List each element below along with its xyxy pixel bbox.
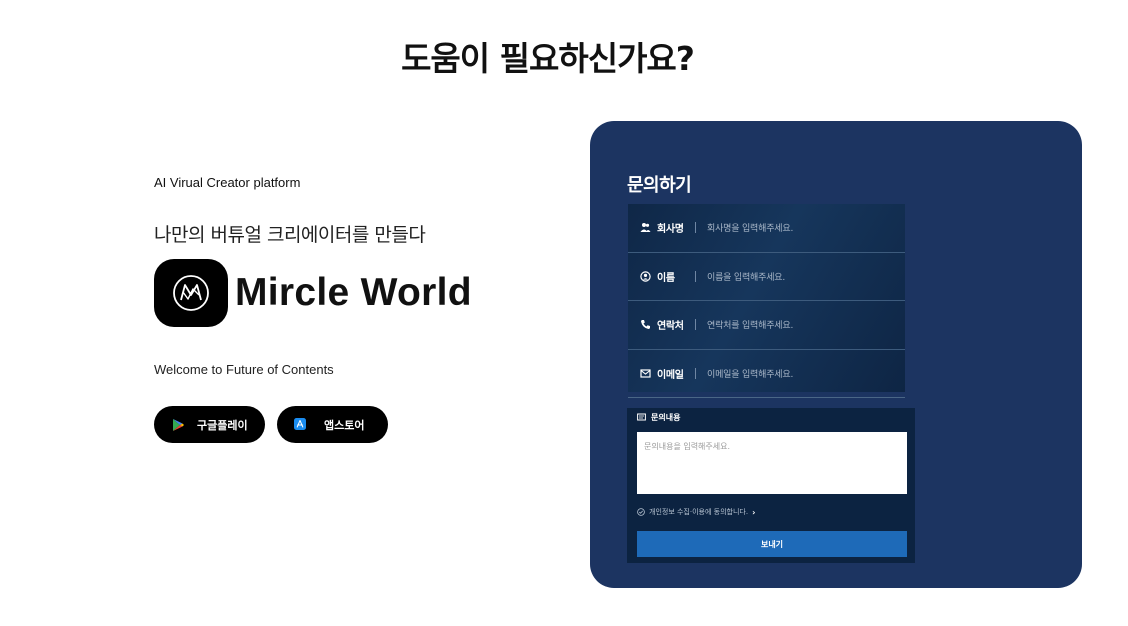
field-divider	[695, 319, 696, 331]
app-store-label: 앱스토어	[324, 418, 365, 432]
google-play-icon	[171, 418, 185, 432]
brand: Mircle World	[154, 259, 534, 327]
company-field[interactable]: 회사명 회사명을 입력해주세요.	[628, 204, 905, 253]
page-title: 도움이 필요하신가요?	[401, 39, 695, 78]
submit-button[interactable]: 보내기	[637, 531, 907, 557]
email-field[interactable]: 이메일 이메일을 입력해주세요.	[628, 350, 905, 398]
check-circle-icon	[637, 508, 645, 516]
inquiry-textarea[interactable]	[637, 432, 907, 494]
hero-tagline: AI Virual Creator platform	[154, 175, 301, 190]
store-buttons: 구글플레이 앱스토어	[154, 406, 534, 443]
app-store-button[interactable]: 앱스토어	[277, 406, 388, 443]
mircle-logo-icon	[173, 275, 209, 311]
contact-fields: 회사명 회사명을 입력해주세요. 이름 이름을 입력해주세요. 연락처 연락처를…	[628, 204, 905, 398]
email-label: 이메일	[657, 369, 684, 381]
inquiry-header: 문의내용	[637, 412, 680, 423]
message-icon	[637, 413, 646, 422]
google-play-label: 구글플레이	[197, 418, 248, 432]
field-divider	[695, 222, 696, 234]
inquiry-panel: 문의내용 개인정보 수집·이용에 동의합니다. › 보내기	[627, 408, 915, 563]
google-play-button[interactable]: 구글플레이	[154, 406, 265, 443]
name-placeholder: 이름을 입력해주세요.	[707, 272, 786, 283]
email-placeholder: 이메일을 입력해주세요.	[707, 369, 794, 380]
company-label: 회사명	[657, 224, 684, 236]
brand-logo	[154, 259, 228, 327]
phone-placeholder: 연락처를 입력해주세요.	[707, 321, 794, 332]
privacy-consent-text: 개인정보 수집·이용에 동의합니다.	[649, 508, 749, 516]
field-divider	[695, 270, 696, 282]
contact-card: 문의하기 회사명 회사명을 입력해주세요. 이름 이름을 입력해주세요. 연락처…	[590, 121, 1082, 588]
phone-icon	[640, 319, 651, 330]
name-label: 이름	[657, 272, 675, 284]
phone-label: 연락처	[657, 321, 684, 333]
users-icon	[640, 222, 651, 233]
user-icon	[640, 271, 651, 282]
hero-subtitle: 나만의 버튜얼 크리에이터를 만들다	[154, 224, 426, 246]
mail-icon	[640, 368, 651, 379]
app-store-icon	[294, 417, 308, 432]
contact-title: 문의하기	[627, 175, 692, 196]
welcome-text: Welcome to Future of Contents	[154, 362, 334, 377]
chevron-right-icon: ›	[752, 507, 756, 517]
inquiry-label: 문의내용	[651, 413, 681, 422]
name-field[interactable]: 이름 이름을 입력해주세요.	[628, 253, 905, 301]
field-divider	[695, 367, 696, 379]
privacy-consent[interactable]: 개인정보 수집·이용에 동의합니다. ›	[637, 507, 755, 517]
company-placeholder: 회사명을 입력해주세요.	[707, 224, 794, 235]
brand-name: Mircle World	[235, 271, 472, 314]
hero-section: AI Virual Creator platform 나만의 버튜얼 크리에이터…	[154, 175, 534, 443]
phone-field[interactable]: 연락처 연락처를 입력해주세요.	[628, 301, 905, 350]
